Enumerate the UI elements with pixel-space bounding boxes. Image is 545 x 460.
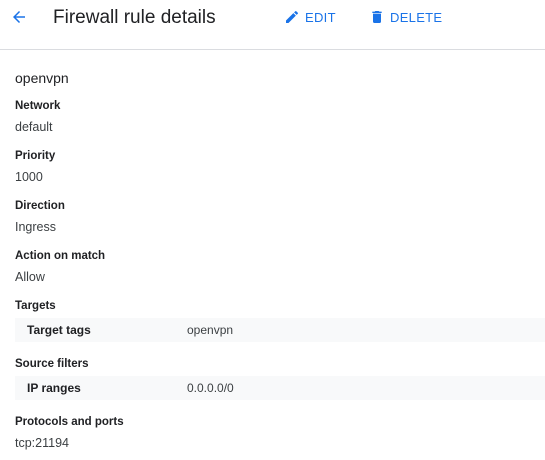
edit-button[interactable]: EDIT [284,9,336,25]
action-value: Allow [15,270,45,284]
source-filters-label: Source filters [15,358,89,370]
delete-button[interactable]: DELETE [369,9,442,25]
targets-value: openvpn [187,323,234,337]
page-title: Firewall rule details [53,7,216,28]
delete-label: DELETE [390,9,443,25]
priority-label: Priority [15,150,56,162]
back-button[interactable] [8,6,30,28]
network-field: Network default [15,99,60,135]
rule-name: openvpn [15,70,69,86]
targets-label: Targets [15,300,56,312]
source-filters-key: IP ranges [27,381,81,395]
targets-key: Target tags [27,323,91,337]
page-header: Firewall rule details EDIT DELETE [0,0,545,50]
pencil-icon [284,9,300,25]
direction-label: Direction [15,200,65,212]
edit-label: EDIT [305,9,336,25]
network-value: default [15,120,53,134]
protocols-value: tcp:21194 [15,436,69,450]
source-filters-field: Source filters [15,357,89,371]
priority-value: 1000 [15,170,43,184]
network-label: Network [15,100,61,112]
action-label: Action on match [15,250,106,262]
targets-row: Target tags openvpn [15,318,545,342]
source-filters-value: 0.0.0.0/0 [187,381,234,395]
source-filters-row: IP ranges 0.0.0.0/0 [15,376,545,400]
action-field: Action on match Allow [15,249,105,285]
protocols-field: Protocols and ports tcp:21194 [15,415,124,451]
priority-field: Priority 1000 [15,149,55,185]
protocols-label: Protocols and ports [15,416,124,428]
arrow-back-icon [13,11,25,23]
direction-field: Direction Ingress [15,199,65,235]
targets-field: Targets [15,299,56,313]
direction-value: Ingress [15,220,56,234]
trash-icon [369,9,385,25]
